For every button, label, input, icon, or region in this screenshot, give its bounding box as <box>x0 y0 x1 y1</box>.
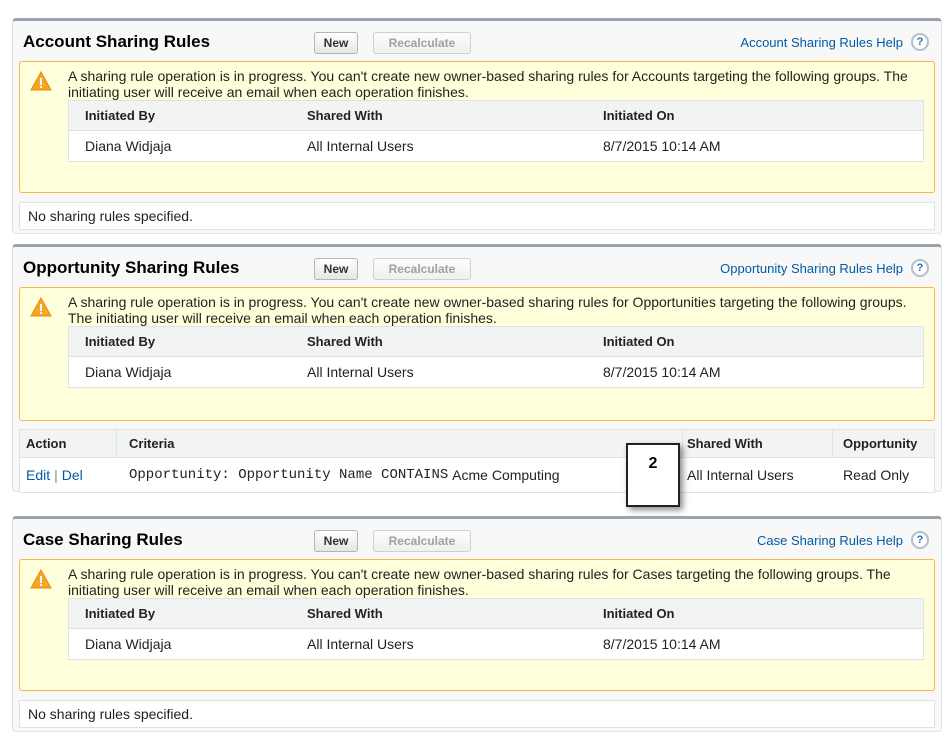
help-icon[interactable]: ? <box>911 33 929 51</box>
warning-icon <box>30 569 52 589</box>
criteria-value: Acme Computing <box>452 467 560 483</box>
case-sharing-rules-panel: Case Sharing Rules New Recalculate Case … <box>12 516 942 732</box>
initiated-by-cell: Diana Widjaja <box>85 138 172 154</box>
operations-table: Initiated By Shared With Initiated On Di… <box>68 598 924 660</box>
edit-link[interactable]: Edit <box>26 467 50 483</box>
panel-title: Account Sharing Rules <box>23 32 211 51</box>
criteria-cell: Opportunity: Opportunity Name CONTAINS A… <box>116 458 682 492</box>
column-header: Opportunity <box>832 430 934 457</box>
table-header-row: Initiated By Shared With Initiated On <box>69 101 923 131</box>
help-link-label[interactable]: Account Sharing Rules Help <box>740 35 903 50</box>
operation-in-progress-warning: A sharing rule operation is in progress.… <box>19 287 935 421</box>
panel-header: Account Sharing Rules New Recalculate Ac… <box>13 21 941 61</box>
sharing-rules-table: Action Criteria Shared With Opportunity … <box>19 429 935 493</box>
panel-title: Opportunity Sharing Rules <box>23 258 240 277</box>
shared-with-value: All Internal Users <box>687 467 794 483</box>
column-header: Shared With <box>307 334 383 349</box>
column-header: Action <box>26 436 67 451</box>
action-cell: Edit | Del <box>20 467 116 483</box>
new-button[interactable]: New <box>314 258 358 280</box>
help-link-label[interactable]: Opportunity Sharing Rules Help <box>720 261 903 276</box>
warning-icon <box>30 71 52 91</box>
table-header-row: Action Criteria Shared With Opportunity <box>20 430 934 458</box>
recalculate-button[interactable]: Recalculate <box>373 32 471 54</box>
operations-table: Initiated By Shared With Initiated On Di… <box>68 326 924 388</box>
opportunity-access-cell: Read Only <box>832 458 934 492</box>
column-header: Shared With <box>682 430 832 457</box>
column-header: Initiated By <box>85 606 156 621</box>
panel-header: Opportunity Sharing Rules New Recalculat… <box>13 247 941 287</box>
column-header: Initiated On <box>603 606 675 621</box>
shared-with-cell: All Internal Users <box>682 458 832 492</box>
shared-with-cell: All Internal Users <box>307 364 414 380</box>
help-link[interactable]: Case Sharing Rules Help ? <box>757 531 929 549</box>
table-row: Diana Widjaja All Internal Users 8/7/201… <box>69 629 923 659</box>
new-button[interactable]: New <box>314 32 358 54</box>
help-link[interactable]: Opportunity Sharing Rules Help ? <box>720 259 929 277</box>
help-icon[interactable]: ? <box>911 259 929 277</box>
delete-link[interactable]: Del <box>62 467 83 483</box>
opportunity-sharing-rules-panel: Opportunity Sharing Rules New Recalculat… <box>12 244 942 493</box>
recalculate-button[interactable]: Recalculate <box>373 258 471 280</box>
no-rules-message: No sharing rules specified. <box>19 202 935 230</box>
action-separator: | <box>54 467 58 483</box>
column-header: Shared With <box>307 108 383 123</box>
access-level-value: Read Only <box>843 467 910 483</box>
table-header-row: Initiated By Shared With Initiated On <box>69 599 923 629</box>
operations-table: Initiated By Shared With Initiated On Di… <box>68 100 924 162</box>
warning-icon <box>30 297 52 317</box>
initiated-on-cell: 8/7/2015 10:14 AM <box>603 364 721 380</box>
new-button[interactable]: New <box>314 530 358 552</box>
criteria-expression: Opportunity: Opportunity Name CONTAINS <box>129 467 449 483</box>
column-header: Shared With <box>307 606 383 621</box>
operation-in-progress-warning: A sharing rule operation is in progress.… <box>19 559 935 691</box>
operation-in-progress-warning: A sharing rule operation is in progress.… <box>19 61 935 193</box>
help-icon[interactable]: ? <box>911 531 929 549</box>
help-link-label[interactable]: Case Sharing Rules Help <box>757 533 903 548</box>
initiated-by-cell: Diana Widjaja <box>85 364 172 380</box>
panel-header: Case Sharing Rules New Recalculate Case … <box>13 519 941 559</box>
column-header: Initiated On <box>603 108 675 123</box>
table-row: Diana Widjaja All Internal Users 8/7/201… <box>69 357 923 387</box>
initiated-by-cell: Diana Widjaja <box>85 636 172 652</box>
callout-number-badge: 2 <box>626 443 680 507</box>
column-header: Initiated By <box>85 108 156 123</box>
no-rules-message: No sharing rules specified. <box>19 700 935 728</box>
column-header: Initiated On <box>603 334 675 349</box>
column-header: Criteria <box>116 430 682 457</box>
column-header: Initiated By <box>85 334 156 349</box>
warning-message: A sharing rule operation is in progress.… <box>68 294 907 326</box>
shared-with-cell: All Internal Users <box>307 138 414 154</box>
initiated-on-cell: 8/7/2015 10:14 AM <box>603 138 721 154</box>
warning-message: A sharing rule operation is in progress.… <box>68 566 891 598</box>
warning-message: A sharing rule operation is in progress.… <box>68 68 908 100</box>
recalculate-button[interactable]: Recalculate <box>373 530 471 552</box>
account-sharing-rules-panel: Account Sharing Rules New Recalculate Ac… <box>12 18 942 234</box>
table-row: Diana Widjaja All Internal Users 8/7/201… <box>69 131 923 161</box>
table-row: Edit | Del Opportunity: Opportunity Name C… <box>20 458 934 492</box>
table-header-row: Initiated By Shared With Initiated On <box>69 327 923 357</box>
shared-with-cell: All Internal Users <box>307 636 414 652</box>
panel-title: Case Sharing Rules <box>23 530 183 549</box>
initiated-on-cell: 8/7/2015 10:14 AM <box>603 636 721 652</box>
help-link[interactable]: Account Sharing Rules Help ? <box>740 33 929 51</box>
